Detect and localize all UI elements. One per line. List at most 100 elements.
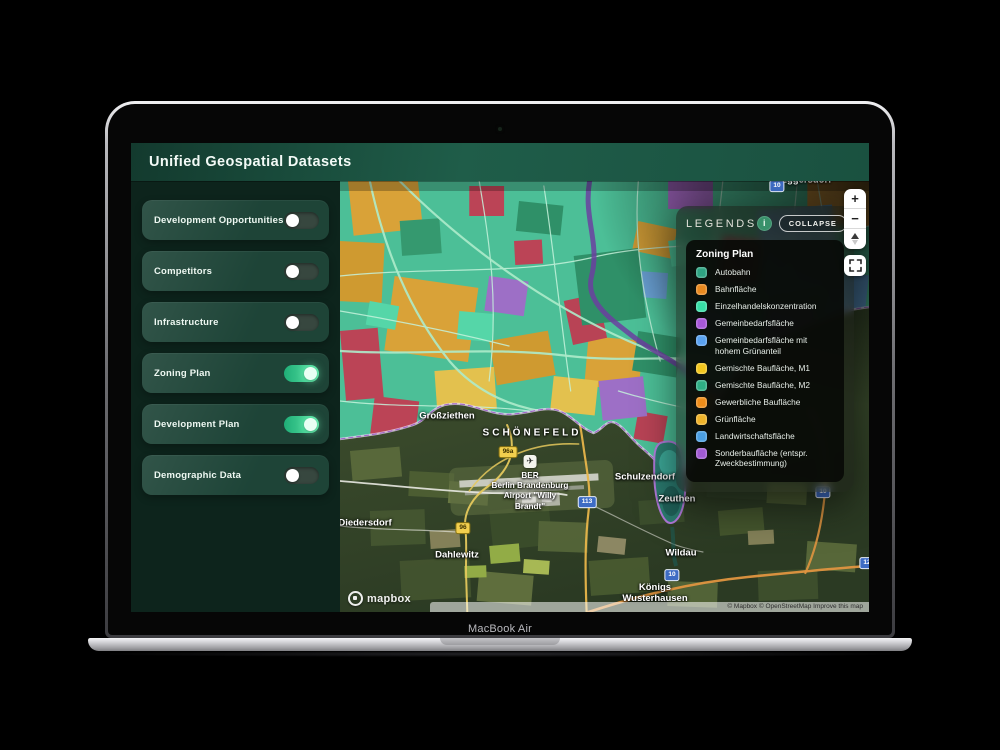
legend-swatch [696,397,707,408]
collapse-button[interactable]: COLLAPSE [779,215,847,232]
layer-toggle-card[interactable]: Zoning Plan [142,353,329,393]
road-shield: 12 [859,557,869,569]
layer-toggle-card[interactable]: Infrastructure [142,302,329,342]
legend-swatch [696,380,707,391]
legend-item: Grünfläche [696,414,834,425]
legend-item-label: Landwirtschaftsfläche [715,431,795,442]
legend-item: Gemeinbedarfsfläche [696,318,834,329]
app-body: Development Opportunities Competitors Infr… [131,181,869,612]
app-window: Unified Geospatial Datasets Development … [131,143,869,612]
legend-item-label: Gemeinbedarfsfläche [715,318,794,329]
mapbox-logo[interactable]: mapbox [348,591,411,606]
compass-button[interactable] [844,229,866,249]
layer-toggle-card[interactable]: Demographic Data [142,455,329,495]
legend-item-label: Gemischte Baufläche, M2 [715,380,810,391]
page: Unified Geospatial Datasets Development … [0,0,1000,750]
toggle-knob [304,418,317,431]
legend-item: Gemischte Baufläche, M1 [696,363,834,374]
layer-label: Zoning Plan [154,368,211,379]
legend-item-list: Autobahn Bahnfläche Einzelhandelskonzentra… [696,267,834,469]
legend-swatch [696,318,707,329]
mapbox-wordmark: mapbox [367,593,411,605]
legend-swatch [696,448,707,459]
map-place-label: Schulzendorf [615,473,675,484]
legend-item-label: Einzelhandelskonzentration [715,301,816,312]
toggle-switch[interactable] [284,416,319,433]
map-place-label: SCHÖNEFELD [483,427,582,439]
layer-label: Competitors [154,266,212,277]
map-place-label: Zeuthen [659,495,696,506]
road-shield: 10 [769,181,784,192]
map-attribution[interactable]: © Mapbox © OpenStreetMap Improve this ma… [430,602,869,612]
legend-item: Gemischte Baufläche, M2 [696,380,834,391]
layer-label: Infrastructure [154,317,219,328]
mapbox-icon [348,591,363,606]
legend-item: Gemeinbedarfsfläche mit hohem Grünanteil [696,335,834,357]
road-shield: 96a [499,446,518,458]
toggle-switch[interactable] [284,467,319,484]
legend-item-label: Grünfläche [715,414,756,425]
road-shield: 96 [455,522,470,534]
fullscreen-icon [849,259,862,272]
legend-swatch [696,414,707,425]
layer-toggle-card[interactable]: Development Plan [142,404,329,444]
toggle-knob [286,469,299,482]
legend-swatch [696,301,707,312]
zoom-out-button[interactable]: − [844,209,866,228]
legend-item-label: Gewerbliche Baufläche [715,397,800,408]
road-shield: 113 [578,496,597,508]
road-shield: 10 [664,569,679,581]
map-place-label: Wildau [665,549,696,560]
legend-title: LEGENDS [686,218,757,230]
layer-toggle-card[interactable]: Development Opportunities [142,200,329,240]
sidebar-toggle-list: Development Opportunities Competitors Infr… [131,181,340,612]
laptop-base-notch [440,638,560,645]
fullscreen-button[interactable] [844,255,866,276]
map-place-label: Großziethen [419,412,474,423]
legend-item-label: Gemischte Baufläche, M1 [715,363,810,374]
screen-bezel: Unified Geospatial Datasets Development … [108,104,892,635]
legend-swatch [696,363,707,374]
legend-item-label: Bahnfläche [715,284,757,295]
legend-swatch [696,267,707,278]
page-title: Unified Geospatial Datasets [149,154,352,170]
legend-group-title: Zoning Plan [696,249,834,260]
legend-swatch [696,431,707,442]
legend-item: Sonderbaufläche (entspr. Zweckbestimmung… [696,448,834,470]
map-zoom-control: + − [844,189,866,249]
layer-label: Demographic Data [154,470,241,481]
legend-item-label: Autobahn [715,267,751,278]
legend-item: Autobahn [696,267,834,278]
map-canvas[interactable]: Eggersdorf Großziethen SCHÖNEFELD Schulzend… [340,181,869,612]
toggle-knob [286,265,299,278]
legend-item-label: Sonderbaufläche (entspr. Zweckbestimmung… [715,448,834,470]
info-button[interactable]: i [757,216,772,231]
toggle-switch[interactable] [284,212,319,229]
toggle-knob [286,316,299,329]
toggle-switch[interactable] [284,314,319,331]
zoom-in-button[interactable]: + [844,189,866,208]
legend-item: Gewerbliche Baufläche [696,397,834,408]
legend-header: LEGENDS i COLLAPSE [686,215,844,232]
compass-south-icon [852,240,858,245]
legend-swatch [696,335,707,346]
map-place-label: Dahlewitz [435,551,479,562]
laptop-shadow [110,651,890,657]
compass-north-icon [851,233,859,239]
toggle-switch[interactable] [284,365,319,382]
macbook-air-label: MacBook Air [108,623,892,635]
map-place-label: Eggersdorf [781,181,832,186]
toggle-switch[interactable] [284,263,319,280]
legend-panel: LEGENDS i COLLAPSE Zoning Plan Autobahn B… [676,206,854,492]
legend-body: Zoning Plan Autobahn Bahnfläche Einzelhand… [686,240,844,482]
layer-label: Development Plan [154,419,240,430]
legend-item: Einzelhandelskonzentration [696,301,834,312]
legend-item: Bahnfläche [696,284,834,295]
app-header: Unified Geospatial Datasets [131,143,869,181]
legend-item-label: Gemeinbedarfsfläche mit hohem Grünanteil [715,335,834,357]
toggle-knob [286,214,299,227]
toggle-knob [304,367,317,380]
webcam-dot [498,127,502,131]
legend-swatch [696,284,707,295]
layer-toggle-card[interactable]: Competitors [142,251,329,291]
